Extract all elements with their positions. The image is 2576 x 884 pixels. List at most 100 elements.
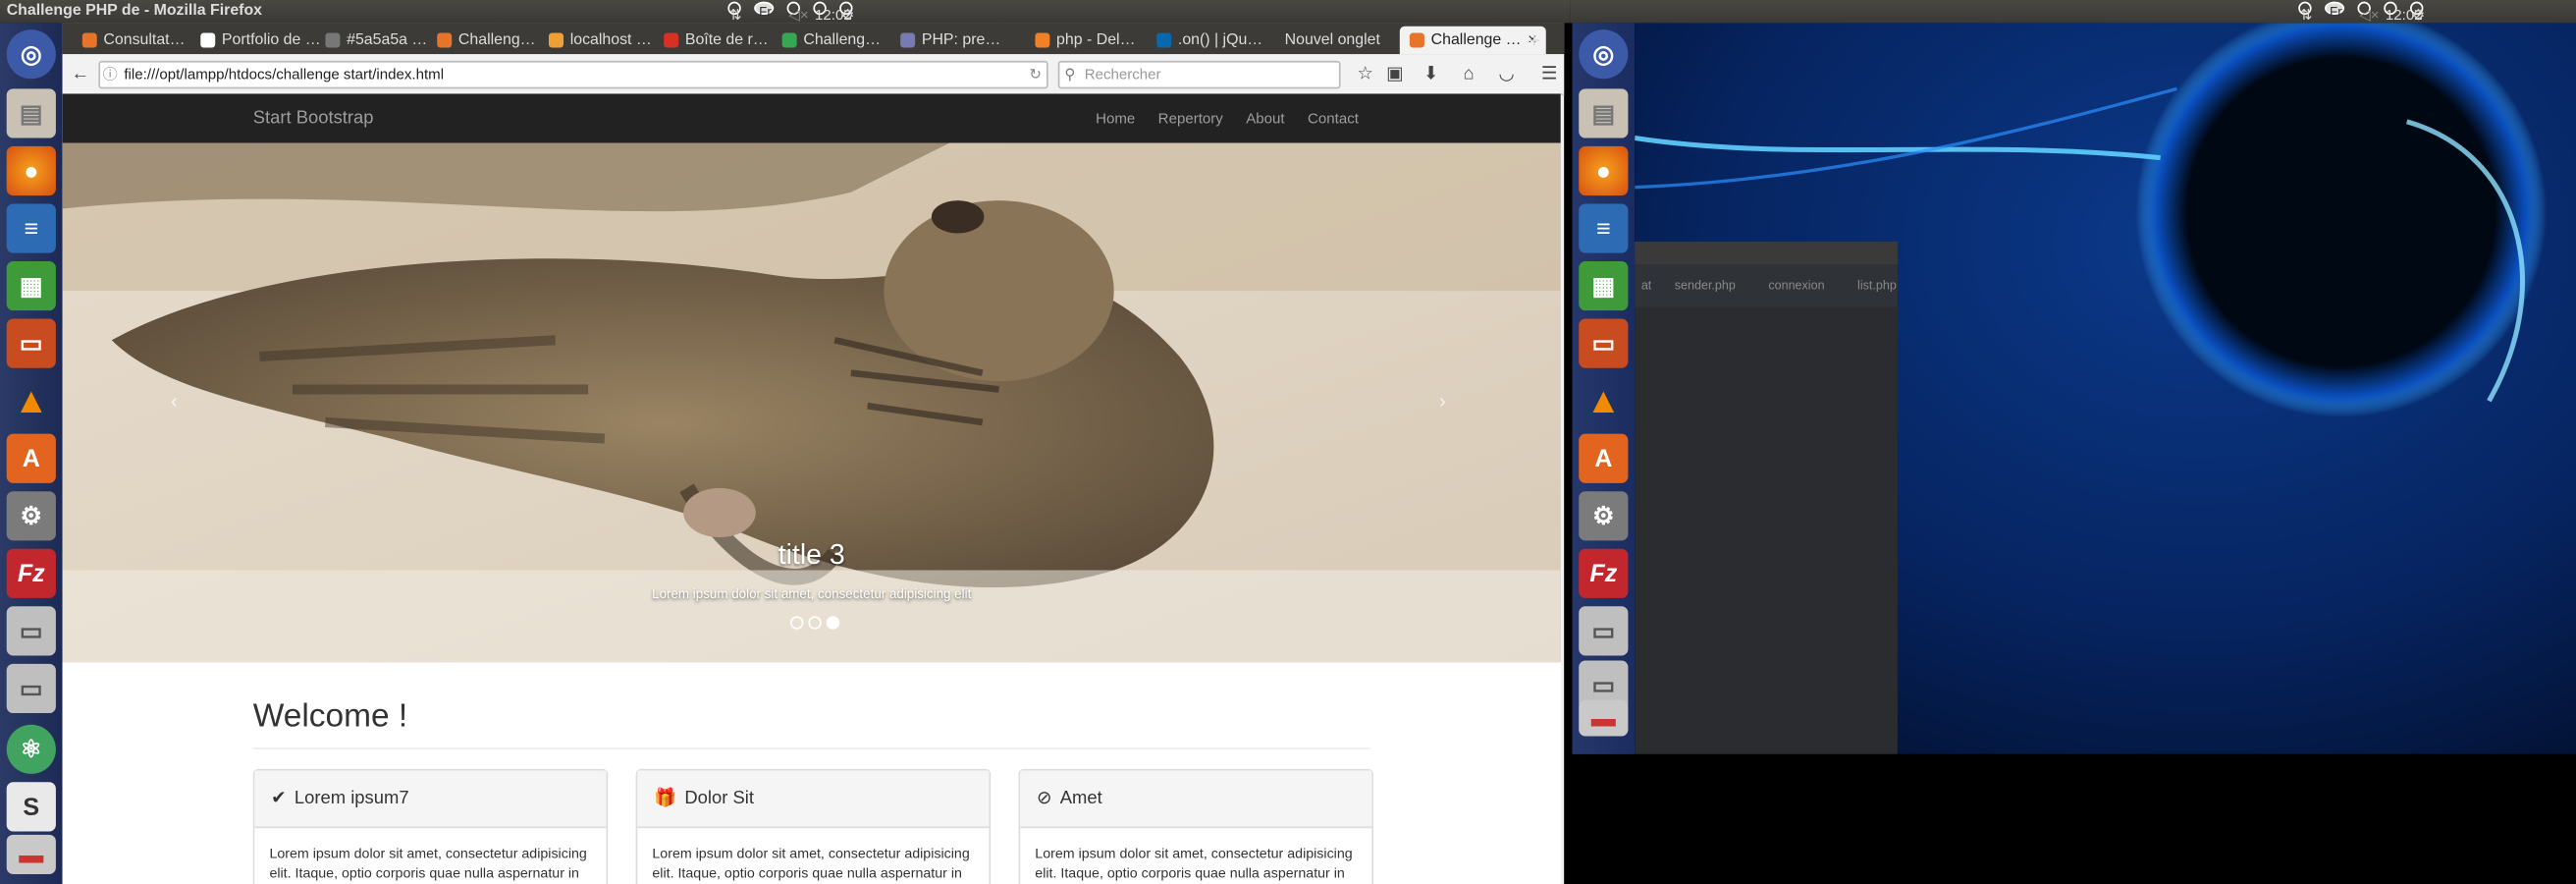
tab-favicon-icon xyxy=(781,32,797,48)
pocket-icon[interactable]: ◡ xyxy=(1495,63,1518,85)
drive-icon[interactable]: ▭ xyxy=(6,606,56,656)
keyboard-indicator[interactable]: Fr xyxy=(2325,1,2345,20)
editor-window[interactable]: at sender.php connexion list.php xyxy=(1635,241,1898,754)
site-brand[interactable]: Start Bootstrap xyxy=(253,93,374,142)
editor-tab[interactable]: sender.php xyxy=(1658,264,1752,306)
volume-icon[interactable]: ◁× xyxy=(786,0,809,23)
nav-repertory[interactable]: Repertory xyxy=(1147,93,1235,142)
browser-tab[interactable]: Boîte de r… xyxy=(664,27,769,54)
new-tab-icon[interactable]: + xyxy=(1528,27,1540,54)
tab-label: Boîte de r… xyxy=(684,30,769,50)
nav-contact[interactable]: Contact xyxy=(1296,93,1369,142)
carousel-indicator-1[interactable] xyxy=(789,616,804,630)
drive-icon-2[interactable]: ▭ xyxy=(6,663,56,714)
search-input[interactable]: ⚲ Rechercher xyxy=(1057,60,1341,89)
panel-indicators-right: ⇅ Fr ◁× 12:02 ⚙ xyxy=(2298,0,2569,23)
carousel-indicator-2[interactable] xyxy=(808,616,822,630)
keyboard-indicator[interactable]: Fr xyxy=(754,1,775,20)
url-text: file:///opt/lampp/htdocs/challenge start… xyxy=(124,65,445,83)
clock[interactable]: 12:02 xyxy=(2384,0,2423,23)
tab-favicon-icon xyxy=(548,32,564,48)
carousel-next-icon[interactable]: › xyxy=(1439,389,1446,412)
download-icon[interactable]: ⬇ xyxy=(1420,63,1442,85)
writer-icon[interactable]: ≡ xyxy=(6,203,56,253)
tab-favicon-icon xyxy=(437,32,453,48)
check-icon: ✔ xyxy=(271,788,287,809)
slack-icon[interactable]: S xyxy=(6,782,56,832)
browser-tab[interactable]: Portfolio de … xyxy=(200,27,321,54)
tab-label: Challenge … xyxy=(1430,30,1522,50)
back-icon[interactable]: ← xyxy=(69,63,91,85)
browser-tab[interactable]: Nouvel onglet xyxy=(1285,27,1380,54)
firefox-window: Consultat… Portfolio de … #5a5a5a … Challen… xyxy=(62,23,1565,884)
card-text: Lorem ipsum dolor sit amet, consectetur … xyxy=(1035,844,1353,881)
bookmark-star-icon[interactable]: ☆ xyxy=(1354,63,1376,85)
network-icon[interactable]: ⇅ xyxy=(727,0,742,23)
site-navbar: Start Bootstrap Home Repertory About Con… xyxy=(62,93,1561,143)
info-icon[interactable]: ⓘ xyxy=(100,63,120,87)
cat-photo xyxy=(62,142,1561,663)
firefox-icon[interactable]: ● xyxy=(1579,145,1629,196)
nav-home[interactable]: Home xyxy=(1084,93,1147,142)
browser-tab[interactable]: Challenge … × xyxy=(1399,26,1547,55)
browser-tab[interactable]: PHP: pre… xyxy=(900,27,1000,54)
feature-card: ✔ Lorem ipsum7 Lorem ipsum dolor sit amet… xyxy=(252,768,609,884)
tab-favicon-icon xyxy=(325,32,341,48)
editor-tab[interactable]: list.php xyxy=(1841,264,1912,306)
settings-icon[interactable]: ⚙ xyxy=(6,491,56,541)
home-icon[interactable]: ⌂ xyxy=(1457,63,1479,85)
drive-icon[interactable]: ▭ xyxy=(1579,606,1629,656)
tab-label: #5a5a5a … xyxy=(347,30,428,50)
volume-icon[interactable]: ◁× xyxy=(2357,0,2380,23)
browser-tab[interactable]: Challeng… xyxy=(781,27,881,54)
tab-favicon-icon xyxy=(1409,32,1424,48)
gear-icon[interactable]: ⚙ xyxy=(839,0,854,23)
filezilla-icon[interactable]: Fz xyxy=(6,548,56,598)
browser-tab[interactable]: php - Del… xyxy=(1035,27,1135,54)
browser-tab[interactable]: Challeng… xyxy=(437,27,536,54)
url-bar[interactable]: ⓘ file:///opt/lampp/htdocs/challenge sta… xyxy=(98,60,1048,89)
ubuntu-dash-icon[interactable]: ◎ xyxy=(1579,29,1629,80)
gear-icon[interactable]: ⚙ xyxy=(2410,0,2425,23)
top-panel-left: Challenge PHP de - Mozilla Firefox ⇅ Fr … xyxy=(0,0,1571,24)
trash-icon[interactable]: ▬ xyxy=(1579,699,1629,737)
menu-icon[interactable]: ☰ xyxy=(1537,63,1560,85)
impress-icon[interactable]: ▭ xyxy=(1579,318,1629,368)
editor-tab[interactable]: at xyxy=(1635,264,1658,306)
filezilla-icon[interactable]: Fz xyxy=(1579,548,1629,598)
browser-tab[interactable]: Consultat… xyxy=(81,27,186,54)
nav-about[interactable]: About xyxy=(1235,93,1297,142)
black-area xyxy=(1572,753,2576,884)
carousel-prev-icon[interactable]: ‹ xyxy=(171,389,178,412)
software-center-icon[interactable]: A xyxy=(6,433,56,483)
firefox-icon[interactable]: ● xyxy=(6,145,56,196)
trash-icon[interactable]: ▬ xyxy=(6,834,56,874)
software-center-icon[interactable]: A xyxy=(1579,433,1629,483)
calc-icon[interactable]: ▦ xyxy=(1579,260,1629,311)
clock[interactable]: 12:02 xyxy=(813,0,852,23)
editor-tab[interactable]: connexion xyxy=(1752,264,1842,306)
divider xyxy=(252,747,1370,749)
reload-icon[interactable]: ↻ xyxy=(1029,63,1042,87)
browser-tab[interactable]: localhost … xyxy=(548,27,652,54)
files-icon[interactable]: ▤ xyxy=(6,88,56,138)
window-title: Challenge PHP de - Mozilla Firefox xyxy=(6,1,263,21)
reading-list-icon[interactable]: ▣ xyxy=(1383,63,1406,85)
carousel-indicator-3[interactable] xyxy=(826,616,840,630)
compass-icon: ⊘ xyxy=(1036,788,1052,809)
calc-icon[interactable]: ▦ xyxy=(6,260,56,311)
vlc-icon[interactable]: ▲ xyxy=(7,376,56,425)
files-icon[interactable]: ▤ xyxy=(1579,88,1629,138)
browser-tab[interactable]: .on() | jQu… xyxy=(1156,27,1262,54)
atom-icon[interactable]: ⚛ xyxy=(6,724,56,774)
browser-tab[interactable]: #5a5a5a … xyxy=(325,27,427,54)
writer-icon[interactable]: ≡ xyxy=(1579,203,1629,253)
ubuntu-dash-icon[interactable]: ◎ xyxy=(6,29,56,80)
impress-icon[interactable]: ▭ xyxy=(6,318,56,368)
network-icon[interactable]: ⇅ xyxy=(2298,0,2313,23)
settings-icon[interactable]: ⚙ xyxy=(1579,491,1629,541)
vlc-icon[interactable]: ▲ xyxy=(1579,376,1628,425)
top-panel-right: ⇅ Fr ◁× 12:02 ⚙ xyxy=(1570,0,2576,24)
launcher-left: ◎ ▤ ● ≡ ▦ ▭ ▲ A ⚙ Fz ▭ ▭ ⚛ S ▬ xyxy=(0,23,63,884)
tab-favicon-icon xyxy=(664,32,679,48)
